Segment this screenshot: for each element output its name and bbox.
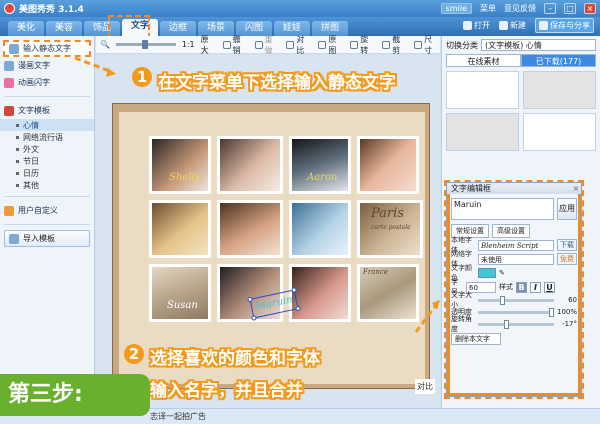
annotation-step2-line2: 输入名字，并且合并 xyxy=(150,381,303,401)
step-number-badge: 2 xyxy=(124,344,144,364)
annotation-step1: 在文字菜单下选择输入静态文字 xyxy=(158,73,396,93)
step-number-badge: 1 xyxy=(132,67,152,87)
step-label: 第三步: xyxy=(0,374,150,416)
annotation-step2-line1: 选择喜欢的颜色和字体 xyxy=(150,349,320,369)
